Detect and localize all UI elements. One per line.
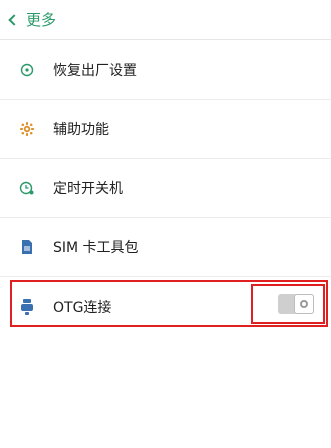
list-item-label: 定时开关机 xyxy=(53,181,123,197)
back-button[interactable]: 更多 xyxy=(0,0,64,40)
list-item-accessibility[interactable]: 辅助功能 xyxy=(0,100,331,159)
settings-list: 恢复出厂设置 辅助功能 定时开关机 SIM 卡工具包 OTG连接 xyxy=(0,41,331,336)
toggle-knob xyxy=(294,294,314,314)
list-item-factory-reset[interactable]: 恢复出厂设置 xyxy=(0,41,331,100)
list-item-scheduled-power[interactable]: 定时开关机 xyxy=(0,159,331,218)
page-title: 更多 xyxy=(26,11,57,29)
otg-icon xyxy=(17,297,37,317)
scheduled-power-icon xyxy=(17,178,37,198)
back-chevron-icon xyxy=(8,14,20,26)
list-item-sim-toolkit[interactable]: SIM 卡工具包 xyxy=(0,218,331,277)
restore-icon xyxy=(17,60,37,80)
list-item-label: 辅助功能 xyxy=(53,122,109,138)
list-item-label: SIM 卡工具包 xyxy=(53,240,139,256)
sim-card-icon xyxy=(17,237,37,257)
otg-toggle-switch[interactable] xyxy=(278,294,314,314)
title-bar: 更多 xyxy=(0,0,331,40)
accessibility-icon xyxy=(17,119,37,139)
list-item-label: OTG连接 xyxy=(53,299,112,316)
list-item-label: 恢复出厂设置 xyxy=(53,63,137,79)
toggle-off-indicator-icon xyxy=(300,300,308,308)
